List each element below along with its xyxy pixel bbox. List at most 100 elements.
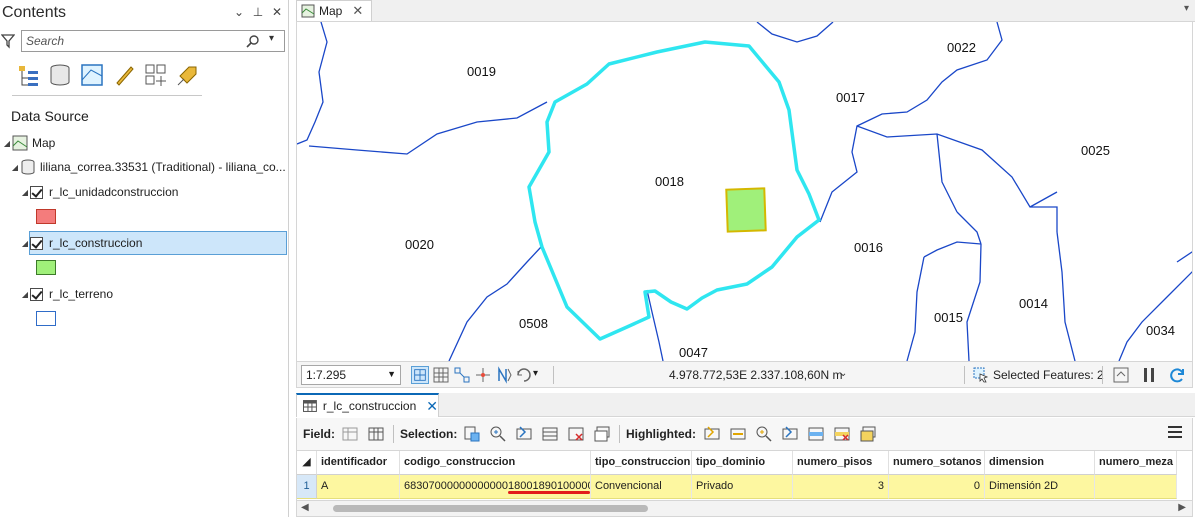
search-input[interactable] bbox=[26, 33, 241, 49]
column-header[interactable]: numero_meza bbox=[1095, 451, 1177, 475]
collapse-triangle-icon[interactable]: ◢ bbox=[2, 139, 12, 148]
horizontal-scrollbar[interactable]: ◀ ▶ bbox=[296, 500, 1193, 517]
collapse-triangle-icon[interactable]: ◢ bbox=[20, 239, 30, 248]
list-by-labeling-icon[interactable] bbox=[175, 62, 201, 88]
grid-icon[interactable] bbox=[432, 366, 450, 384]
table-cell[interactable]: A bbox=[317, 475, 400, 499]
pin-icon[interactable]: ⊥ bbox=[251, 5, 265, 19]
parcel-label: 0508 bbox=[519, 316, 548, 331]
chevron-down-icon[interactable]: ⌄ bbox=[839, 368, 847, 379]
layer-row-terreno[interactable]: ◢ r_lc_terreno bbox=[20, 283, 113, 305]
switch-highlighted-icon[interactable] bbox=[703, 425, 721, 443]
table-cell[interactable]: Dimensión 2D bbox=[985, 475, 1095, 499]
unhighlight-icon[interactable] bbox=[729, 425, 747, 443]
column-header[interactable]: numero_sotanos bbox=[889, 451, 985, 475]
chevron-down-icon[interactable]: ▾ bbox=[533, 368, 551, 386]
column-header[interactable]: numero_pisos bbox=[793, 451, 889, 475]
column-header[interactable]: dimension bbox=[985, 451, 1095, 475]
search-options-dropdown-icon[interactable]: ▾ bbox=[269, 33, 274, 44]
reverse-highlighted-icon[interactable] bbox=[781, 425, 799, 443]
add-field-icon[interactable] bbox=[341, 425, 359, 443]
refresh-icon[interactable] bbox=[1168, 366, 1186, 384]
tree-label-database: liliana_correa.33531 (Traditional) - lil… bbox=[40, 160, 286, 174]
column-header[interactable]: identificador bbox=[317, 451, 400, 475]
table-cell[interactable]: 3 bbox=[793, 475, 889, 499]
fixed-zoom-icon[interactable] bbox=[411, 366, 429, 384]
tab-attribute-table[interactable]: r_lc_construccion ✕ bbox=[296, 393, 439, 417]
contents-pane: Contents ⌄ ⊥ ✕ ▾ bbox=[0, 0, 289, 517]
table-cell[interactable]: 68307000000000000180018901000000 bbox=[400, 475, 591, 499]
parcel-boundary bbox=[923, 241, 982, 258]
layer-symbol-swatch[interactable] bbox=[36, 260, 56, 275]
parcel-boundary bbox=[297, 22, 328, 145]
select-by-attributes-icon[interactable] bbox=[463, 425, 481, 443]
tree-item-database[interactable]: ◢ liliana_correa.33531 (Traditional) - l… bbox=[10, 156, 286, 178]
zoom-to-highlighted-icon[interactable] bbox=[755, 425, 773, 443]
copy-highlighted-icon[interactable] bbox=[859, 425, 877, 443]
remove-highlighted-icon[interactable] bbox=[833, 425, 851, 443]
tab-map[interactable]: Map ✕ bbox=[296, 0, 372, 21]
collapse-triangle-icon[interactable]: ◢ bbox=[10, 163, 20, 172]
pause-drawing-icon[interactable] bbox=[1140, 366, 1158, 384]
column-header[interactable]: codigo_construccion bbox=[400, 451, 591, 475]
layer-row-unidadconstruccion[interactable]: ◢ r_lc_unidadconstruccion bbox=[20, 181, 179, 203]
table-toolbar: Field: Selection: Highlighted: bbox=[296, 418, 1193, 450]
copy-selection-icon[interactable] bbox=[593, 425, 611, 443]
layer-visibility-checkbox[interactable] bbox=[30, 287, 43, 301]
search-field[interactable]: ▾ bbox=[21, 30, 285, 52]
table-row[interactable]: 1 A 68307000000000000180018901000000 Con… bbox=[297, 475, 1177, 499]
column-header[interactable]: tipo_dominio bbox=[692, 451, 793, 475]
scroll-left-icon[interactable]: ◀ bbox=[301, 502, 309, 513]
scale-dropdown[interactable]: 1:7.295 ▼ bbox=[301, 365, 401, 385]
filter-map-icon[interactable] bbox=[1112, 366, 1130, 384]
search-icon[interactable] bbox=[246, 34, 260, 48]
drawing-order-icon[interactable] bbox=[16, 62, 42, 88]
parcel-label: 0016 bbox=[854, 240, 883, 255]
tree-item-map[interactable]: ◢ Map bbox=[2, 132, 55, 154]
clear-selection-icon[interactable] bbox=[567, 425, 585, 443]
close-icon[interactable]: ✕ bbox=[426, 398, 438, 415]
snapping-icon[interactable] bbox=[453, 366, 471, 384]
constraints-icon[interactable] bbox=[474, 366, 492, 384]
refresh-rotate-icon[interactable] bbox=[515, 366, 533, 384]
scrollbar-thumb[interactable] bbox=[333, 505, 648, 512]
layer-visibility-checkbox[interactable] bbox=[30, 236, 43, 250]
list-by-editing-icon[interactable] bbox=[111, 62, 137, 88]
row-number[interactable]: 1 bbox=[297, 475, 317, 499]
layer-symbol-swatch[interactable] bbox=[36, 209, 56, 224]
close-icon[interactable]: ✕ bbox=[352, 3, 363, 19]
parcel-label: 0017 bbox=[836, 90, 865, 105]
list-by-snapping-icon[interactable] bbox=[143, 62, 169, 88]
filter-icon[interactable] bbox=[1, 33, 15, 49]
map-tab-bar: Map ✕ ▾ bbox=[296, 0, 1195, 22]
switch-selection-icon[interactable] bbox=[515, 425, 533, 443]
contents-title: Contents bbox=[2, 4, 67, 21]
zoom-to-selection-icon[interactable] bbox=[489, 425, 507, 443]
collapse-triangle-icon[interactable]: ◢ bbox=[20, 290, 30, 299]
table-cell[interactable]: Convencional bbox=[591, 475, 692, 499]
chevron-down-icon[interactable]: ▼ bbox=[387, 369, 396, 379]
scroll-right-icon[interactable]: ▶ bbox=[1178, 502, 1186, 513]
select-all-icon[interactable] bbox=[541, 425, 559, 443]
table-cell[interactable]: Privado bbox=[692, 475, 793, 499]
chevron-down-icon[interactable]: ⌄ bbox=[232, 5, 246, 19]
list-by-selection-icon[interactable] bbox=[79, 62, 105, 88]
close-icon[interactable]: ✕ bbox=[270, 5, 284, 19]
table-cell[interactable]: 0 bbox=[889, 475, 985, 499]
layer-row-construccion[interactable]: ◢ r_lc_construccion bbox=[20, 232, 142, 254]
chevron-down-icon[interactable]: ▾ bbox=[1184, 3, 1189, 14]
column-header[interactable]: tipo_construccion bbox=[591, 451, 692, 475]
layer-label: r_lc_construccion bbox=[49, 236, 143, 250]
selected-features-indicator[interactable]: Selected Features: 2 bbox=[973, 367, 1104, 383]
parcel-boundary bbox=[308, 101, 548, 155]
table-cell[interactable] bbox=[1095, 475, 1177, 499]
north-arrow-icon[interactable] bbox=[495, 366, 513, 384]
collapse-triangle-icon[interactable]: ◢ bbox=[20, 188, 30, 197]
map-canvas[interactable]: 0019 0022 0017 0025 0018 0020 0016 0014 … bbox=[296, 22, 1193, 361]
layer-symbol-swatch[interactable] bbox=[36, 311, 56, 326]
highlighted-rows-icon[interactable] bbox=[807, 425, 825, 443]
calculate-field-icon[interactable] bbox=[367, 425, 385, 443]
list-by-source-icon[interactable] bbox=[47, 62, 73, 88]
layer-visibility-checkbox[interactable] bbox=[30, 185, 43, 199]
table-menu-icon[interactable] bbox=[1168, 426, 1182, 441]
